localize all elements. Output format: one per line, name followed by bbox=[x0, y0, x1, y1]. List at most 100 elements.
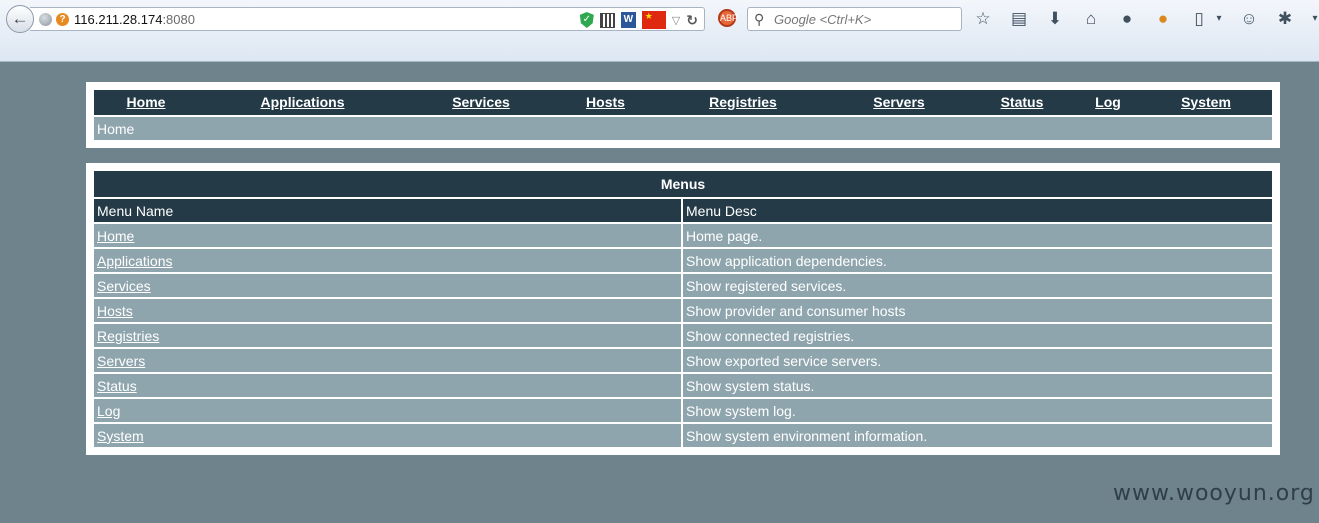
adblock-icon[interactable]: ABP bbox=[718, 9, 738, 27]
reload-icon[interactable]: ↻ bbox=[686, 12, 698, 29]
bookmark-star-icon[interactable]: ☆ bbox=[972, 8, 994, 30]
menu-desc-cell: Show provider and consumer hosts bbox=[683, 297, 1272, 322]
menu-desc-cell: Show exported service servers. bbox=[683, 347, 1272, 372]
menus-table: Menus Menu Name Menu Desc Home Home page… bbox=[94, 171, 1272, 447]
menu-name-cell: Status bbox=[94, 372, 683, 397]
column-header-menu-name: Menu Name bbox=[94, 197, 683, 222]
menu-name-cell: Home bbox=[94, 222, 683, 247]
table-row: Hosts Show provider and consumer hosts bbox=[94, 297, 1272, 322]
menu-name-cell: Registries bbox=[94, 322, 683, 347]
browser-chrome: ? 116.211.28.174:8080 ✓ W ★ ▽ ↻ ← ABP ⚲ … bbox=[0, 0, 1319, 62]
table-row: Home Home page. bbox=[94, 222, 1272, 247]
menu-name-cell: System bbox=[94, 422, 683, 447]
chevron-down-icon[interactable]: ▾ bbox=[1214, 8, 1224, 30]
menus-panel: Menus Menu Name Menu Desc Home Home page… bbox=[86, 163, 1280, 455]
nav-cell-applications: Applications bbox=[198, 90, 407, 115]
menu-link-servers[interactable]: Servers bbox=[97, 353, 145, 369]
chat-icon[interactable]: ☺ bbox=[1238, 8, 1260, 30]
table-row: Status Show system status. bbox=[94, 372, 1272, 397]
nav-cell-status: Status bbox=[968, 90, 1076, 115]
url-bar[interactable]: ? 116.211.28.174:8080 ✓ W ★ ▽ ↻ bbox=[30, 7, 705, 31]
back-button[interactable]: ← bbox=[6, 5, 34, 33]
extension-icon[interactable]: ● bbox=[1152, 8, 1174, 30]
back-arrow-icon: ← bbox=[11, 9, 29, 28]
word-icon[interactable]: W bbox=[620, 12, 636, 28]
table-row: Services Show registered services. bbox=[94, 272, 1272, 297]
table-row: Log Show system log. bbox=[94, 397, 1272, 422]
menu-link-log[interactable]: Log bbox=[97, 403, 120, 419]
nav-link-services[interactable]: Services bbox=[452, 94, 510, 110]
bug-icon[interactable]: ✱ bbox=[1274, 8, 1296, 30]
watermark: www.wooyun.org bbox=[1113, 481, 1315, 506]
nav-cell-log: Log bbox=[1076, 90, 1140, 115]
nav-cell-servers: Servers bbox=[830, 90, 968, 115]
column-header-menu-desc: Menu Desc bbox=[683, 197, 1272, 222]
search-bar[interactable]: ⚲ Google <Ctrl+K> bbox=[747, 7, 962, 31]
url-port: :8080 bbox=[162, 12, 195, 27]
url-host: 116.211.28.174 bbox=[74, 12, 163, 27]
account-icon[interactable]: ● bbox=[1116, 8, 1138, 30]
menus-title-row: Menus bbox=[94, 171, 1272, 197]
search-placeholder: Google <Ctrl+K> bbox=[774, 12, 872, 27]
menu-desc-cell: Home page. bbox=[683, 222, 1272, 247]
qr-code-icon[interactable] bbox=[599, 12, 615, 28]
page-tools-icon[interactable]: ▯ bbox=[1188, 8, 1210, 30]
nav-link-servers[interactable]: Servers bbox=[873, 94, 924, 110]
table-row: Applications Show application dependenci… bbox=[94, 247, 1272, 272]
menu-link-status[interactable]: Status bbox=[97, 378, 137, 394]
history-dropdown-icon[interactable]: ▽ bbox=[672, 14, 680, 27]
url-text[interactable]: 116.211.28.174:8080 bbox=[74, 12, 195, 27]
menu-link-services[interactable]: Services bbox=[97, 278, 151, 294]
menu-link-home[interactable]: Home bbox=[97, 228, 134, 244]
nav-link-log[interactable]: Log bbox=[1095, 94, 1121, 110]
menu-link-system[interactable]: System bbox=[97, 428, 144, 444]
menu-desc-cell: Show application dependencies. bbox=[683, 247, 1272, 272]
menu-name-cell: Services bbox=[94, 272, 683, 297]
menu-desc-cell: Show connected registries. bbox=[683, 322, 1272, 347]
shield-icon[interactable]: ✓ bbox=[579, 12, 594, 28]
menu-desc-cell: Show system log. bbox=[683, 397, 1272, 422]
nav-cell-hosts: Hosts bbox=[555, 90, 656, 115]
nav-cell-system: System bbox=[1140, 90, 1272, 115]
table-row: Servers Show exported service servers. bbox=[94, 347, 1272, 372]
nav-table: Home Applications Services Hosts Registr… bbox=[94, 90, 1272, 140]
nav-link-home[interactable]: Home bbox=[127, 94, 166, 110]
nav-bar: Home Applications Services Hosts Registr… bbox=[94, 90, 1272, 115]
site-info-icon[interactable]: ? bbox=[56, 13, 69, 26]
nav-cell-home: Home bbox=[94, 90, 198, 115]
nav-link-status[interactable]: Status bbox=[1001, 94, 1044, 110]
nav-link-registries[interactable]: Registries bbox=[709, 94, 777, 110]
menu-name-cell: Applications bbox=[94, 247, 683, 272]
menu-link-registries[interactable]: Registries bbox=[97, 328, 159, 344]
menu-desc-cell: Show system status. bbox=[683, 372, 1272, 397]
china-flag-icon[interactable]: ★ bbox=[641, 11, 666, 29]
menu-desc-cell: Show system environment information. bbox=[683, 422, 1272, 447]
toolbar-icons: ☆ ▤ ⬇ ⌂ ● ● ▯ ▾ ☺ ✱ ▾ bbox=[972, 8, 1319, 30]
globe-icon bbox=[39, 13, 52, 26]
nav-link-system[interactable]: System bbox=[1181, 94, 1231, 110]
menus-title: Menus bbox=[94, 171, 1272, 197]
table-row: System Show system environment informati… bbox=[94, 422, 1272, 447]
nav-link-hosts[interactable]: Hosts bbox=[586, 94, 625, 110]
nav-panel: Home Applications Services Hosts Registr… bbox=[86, 82, 1280, 148]
breadcrumb-row: Home bbox=[94, 115, 1272, 140]
menu-name-cell: Servers bbox=[94, 347, 683, 372]
menus-header-row: Menu Name Menu Desc bbox=[94, 197, 1272, 222]
browser-toolbar: ? 116.211.28.174:8080 ✓ W ★ ▽ ↻ ← ABP ⚲ … bbox=[0, 2, 1319, 34]
menu-link-hosts[interactable]: Hosts bbox=[97, 303, 133, 319]
menu-name-cell: Hosts bbox=[94, 297, 683, 322]
menu-link-applications[interactable]: Applications bbox=[97, 253, 173, 269]
menu-desc-cell: Show registered services. bbox=[683, 272, 1272, 297]
menu-name-cell: Log bbox=[94, 397, 683, 422]
url-bar-icons: ✓ W ★ ▽ ↻ bbox=[579, 11, 698, 29]
search-icon: ⚲ bbox=[754, 11, 765, 27]
breadcrumb: Home bbox=[94, 115, 1272, 140]
menu-chevron-icon[interactable]: ▾ bbox=[1310, 8, 1319, 30]
nav-cell-services: Services bbox=[407, 90, 555, 115]
home-icon[interactable]: ⌂ bbox=[1080, 8, 1102, 30]
reading-list-icon[interactable]: ▤ bbox=[1008, 8, 1030, 30]
table-row: Registries Show connected registries. bbox=[94, 322, 1272, 347]
nav-link-applications[interactable]: Applications bbox=[260, 94, 344, 110]
download-icon[interactable]: ⬇ bbox=[1044, 8, 1066, 30]
nav-cell-registries: Registries bbox=[656, 90, 830, 115]
